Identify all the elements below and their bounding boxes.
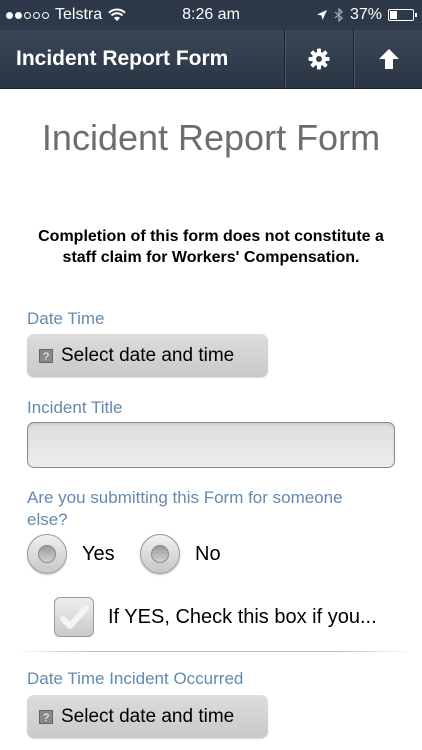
- incident-title-label: Incident Title: [27, 398, 123, 417]
- date-time-occurred-button-label: Select date and time: [61, 705, 235, 727]
- checkmark-icon: [60, 605, 89, 629]
- upload-button[interactable]: [353, 30, 422, 88]
- battery-percent: 37%: [349, 6, 382, 23]
- header-title: Incident Report Form: [16, 47, 229, 70]
- arrow-up-icon: [378, 49, 399, 69]
- date-time-occurred-button[interactable]: ? Select date and time: [27, 695, 268, 738]
- date-time-button[interactable]: ? Select date and time: [27, 334, 268, 377]
- radio-yes-label: Yes: [82, 543, 115, 565]
- status-bar: Telstra 8:26 am 37%: [0, 0, 422, 30]
- gear-icon: [308, 48, 330, 70]
- incident-title-input[interactable]: [27, 422, 395, 468]
- location-arrow-icon: [316, 10, 327, 20]
- date-time-label: Date Time: [27, 309, 105, 328]
- disclaimer-text: Completion of this form does not constit…: [38, 228, 384, 266]
- someone-else-question: Are you submitting this Form for someone…: [27, 488, 343, 529]
- battery-icon: [388, 9, 417, 21]
- page-title: Incident Report Form: [41, 117, 381, 158]
- date-time-button-label: Select date and time: [61, 344, 235, 366]
- someone-else-checkbox[interactable]: [54, 597, 94, 637]
- date-time-occurred-label: Date Time Incident Occurred: [27, 669, 244, 688]
- radio-no-label: No: [195, 543, 221, 565]
- bluetooth-icon: [334, 8, 343, 22]
- missing-image-icon: ?: [39, 709, 53, 724]
- settings-button[interactable]: [284, 30, 353, 88]
- radio-yes[interactable]: [27, 534, 67, 574]
- radio-no[interactable]: [140, 534, 180, 574]
- checkbox-label: If YES, Check this box if you...: [108, 606, 377, 628]
- section-divider: [14, 651, 412, 652]
- app-header: Incident Report Form: [0, 30, 422, 89]
- missing-image-icon: ?: [39, 348, 53, 363]
